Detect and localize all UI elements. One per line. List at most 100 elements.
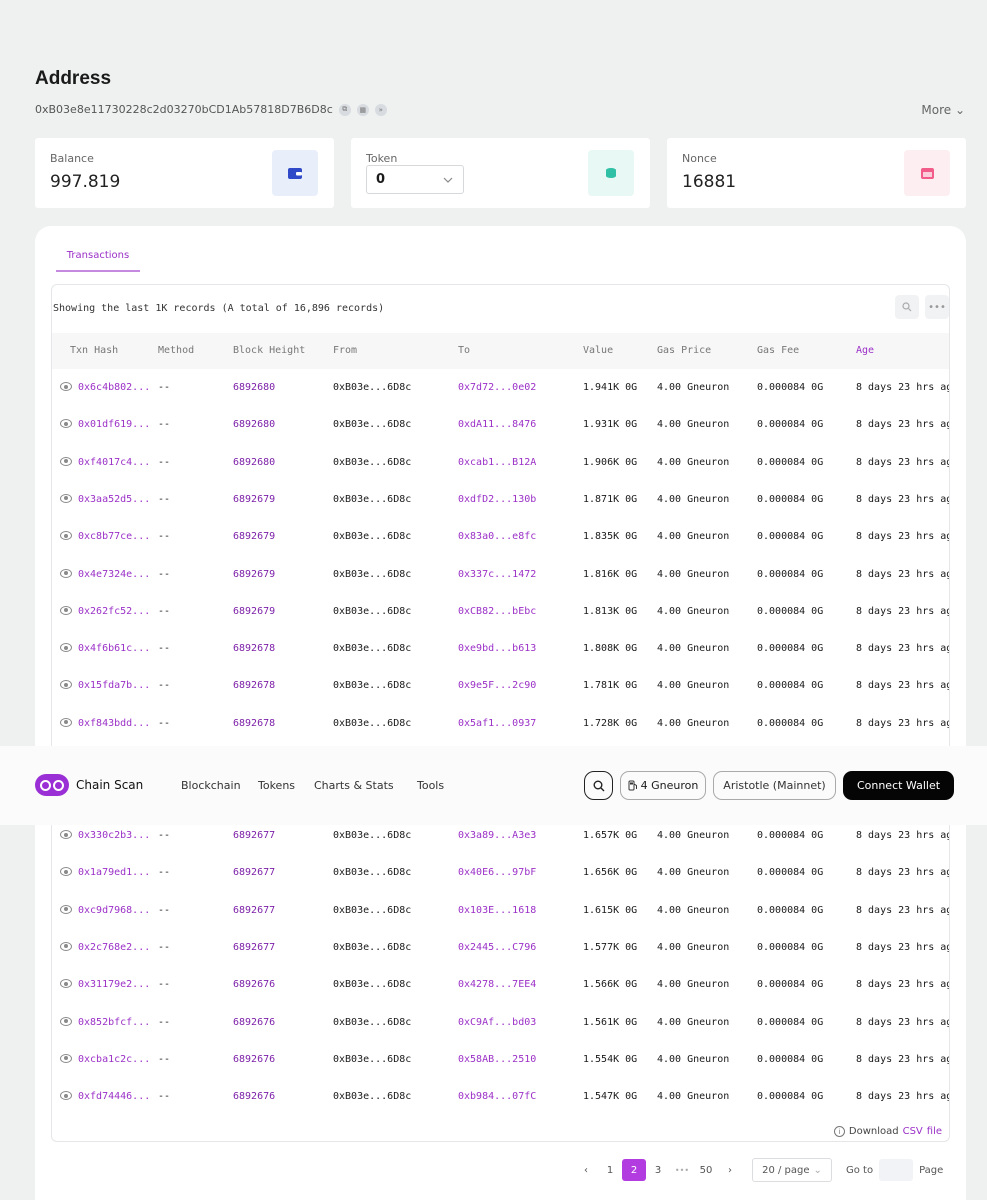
eye-icon[interactable] <box>60 830 72 839</box>
eye-icon[interactable] <box>60 568 72 578</box>
nav-tokens[interactable]: Tokens <box>258 779 295 792</box>
to-address-link[interactable]: 0x4278...7EE4 <box>458 979 536 990</box>
next-page-icon[interactable]: › <box>718 1159 742 1181</box>
block-link[interactable]: 6892678 <box>233 680 275 691</box>
eye-icon[interactable] <box>60 419 72 429</box>
txn-hash-link[interactable]: 0x1a79ed1... <box>78 867 150 878</box>
to-address-link[interactable]: 0x40E6...97bF <box>458 867 536 878</box>
block-link[interactable]: 6892678 <box>233 643 275 654</box>
eye-icon[interactable] <box>60 643 72 653</box>
tab-transactions[interactable]: Transactions <box>56 250 140 272</box>
txn-hash-link[interactable]: 0x4f6b61c... <box>78 643 150 654</box>
txn-hash-link[interactable]: 0x852bfcf... <box>78 1017 150 1028</box>
block-link[interactable]: 6892678 <box>233 718 275 729</box>
to-address-link[interactable]: 0x9e5F...2c90 <box>458 680 536 691</box>
block-link[interactable]: 6892677 <box>233 830 275 841</box>
eye-icon[interactable] <box>60 867 72 877</box>
block-link[interactable]: 6892677 <box>233 905 275 916</box>
to-address-link[interactable]: 0x337c...1472 <box>458 569 536 580</box>
more-options-icon[interactable]: ••• <box>925 295 949 319</box>
to-address-link[interactable]: 0xe9bd...b613 <box>458 643 536 654</box>
block-link[interactable]: 6892679 <box>233 606 275 617</box>
page-2-current[interactable]: 2 <box>622 1159 646 1181</box>
search-icon[interactable] <box>895 295 919 319</box>
to-address-link[interactable]: 0x2445...C796 <box>458 942 536 953</box>
block-link[interactable]: 6892679 <box>233 531 275 542</box>
txn-hash-link[interactable]: 0x262fc52... <box>78 606 150 617</box>
file-link[interactable]: file <box>927 1126 942 1137</box>
download-csv[interactable]: i Download CSV file <box>833 1126 942 1137</box>
to-address-link[interactable]: 0xC9Af...bd03 <box>458 1017 536 1028</box>
eye-icon[interactable] <box>60 456 72 466</box>
to-address-link[interactable]: 0xb984...07fC <box>458 1091 536 1102</box>
txn-hash-link[interactable]: 0x2c768e2... <box>78 942 150 953</box>
eye-icon[interactable] <box>60 531 72 541</box>
block-link[interactable]: 6892676 <box>233 979 275 990</box>
eye-icon[interactable] <box>60 493 72 503</box>
block-link[interactable]: 6892680 <box>233 382 275 393</box>
network-selector[interactable]: Aristotle (Mainnet) <box>713 771 836 800</box>
txn-hash-link[interactable]: 0x4e7324e... <box>78 569 150 580</box>
page-1[interactable]: 1 <box>598 1159 622 1181</box>
block-link[interactable]: 6892679 <box>233 569 275 580</box>
more-dropdown[interactable]: More ⌄ <box>921 103 965 117</box>
brand-name[interactable]: Chain Scan <box>76 778 143 792</box>
to-address-link[interactable]: 0x103E...1618 <box>458 905 536 916</box>
nav-charts-stats[interactable]: Charts & Stats <box>314 779 394 792</box>
to-address-link[interactable]: 0xdA11...8476 <box>458 419 536 430</box>
copy-icon[interactable]: ⧉ <box>338 103 351 116</box>
block-link[interactable]: 6892679 <box>233 494 275 505</box>
eye-icon[interactable] <box>60 382 72 391</box>
eye-icon[interactable] <box>60 1053 72 1063</box>
qr-code-icon[interactable]: ▦ <box>356 103 369 116</box>
txn-hash-link[interactable]: 0x15fda7b... <box>78 680 150 691</box>
block-link[interactable]: 6892676 <box>233 1091 275 1102</box>
eye-icon[interactable] <box>60 680 72 690</box>
txn-hash-link[interactable]: 0x330c2b3... <box>78 830 150 841</box>
txn-hash-link[interactable]: 0xf4017c4... <box>78 457 150 468</box>
eye-icon[interactable] <box>60 941 72 951</box>
pagination-ellipsis[interactable]: ••• <box>670 1159 694 1181</box>
to-address-link[interactable]: 0x5af1...0937 <box>458 718 536 729</box>
block-link[interactable]: 6892680 <box>233 419 275 430</box>
eye-icon[interactable] <box>60 717 72 727</box>
to-address-link[interactable]: 0x83a0...e8fc <box>458 531 536 542</box>
page-50[interactable]: 50 <box>694 1159 718 1181</box>
txn-hash-link[interactable]: 0xfd74446... <box>78 1091 150 1102</box>
logo-icon[interactable] <box>35 774 69 796</box>
to-address-link[interactable]: 0x7d72...0e02 <box>458 382 536 393</box>
eye-icon[interactable] <box>60 1016 72 1026</box>
token-select[interactable]: 0 <box>366 165 464 194</box>
txn-hash-link[interactable]: 0xf843bdd... <box>78 718 150 729</box>
block-link[interactable]: 6892676 <box>233 1017 275 1028</box>
goto-page-input[interactable] <box>879 1159 914 1181</box>
to-address-link[interactable]: 0xCB82...bEbc <box>458 606 536 617</box>
eye-icon[interactable] <box>60 979 72 989</box>
nav-tools[interactable]: Tools <box>417 779 444 792</box>
txn-hash-link[interactable]: 0x01df619... <box>78 419 150 430</box>
to-address-link[interactable]: 0x3a89...A3e3 <box>458 830 536 841</box>
block-link[interactable]: 6892677 <box>233 867 275 878</box>
csv-link[interactable]: CSV <box>903 1126 923 1137</box>
prev-page-icon[interactable]: ‹ <box>574 1159 598 1181</box>
share-icon[interactable]: » <box>374 103 387 116</box>
to-address-link[interactable]: 0x58AB...2510 <box>458 1054 536 1065</box>
block-link[interactable]: 6892677 <box>233 942 275 953</box>
txn-hash-link[interactable]: 0x3aa52d5... <box>78 494 150 505</box>
txn-hash-link[interactable]: 0x6c4b802... <box>78 382 150 393</box>
col-age[interactable]: Age <box>856 345 874 356</box>
txn-hash-link[interactable]: 0xc9d7968... <box>78 905 150 916</box>
gas-price-pill[interactable]: 4 Gneuron <box>620 771 706 800</box>
eye-icon[interactable] <box>60 1091 72 1101</box>
eye-icon[interactable] <box>60 904 72 914</box>
search-button[interactable] <box>584 771 613 800</box>
nav-blockchain[interactable]: Blockchain <box>181 779 241 792</box>
to-address-link[interactable]: 0xcab1...B12A <box>458 457 536 468</box>
block-link[interactable]: 6892680 <box>233 457 275 468</box>
txn-hash-link[interactable]: 0xcba1c2c... <box>78 1054 150 1065</box>
page-3[interactable]: 3 <box>646 1159 670 1181</box>
eye-icon[interactable] <box>60 605 72 615</box>
txn-hash-link[interactable]: 0x31179e2... <box>78 979 150 990</box>
block-link[interactable]: 6892676 <box>233 1054 275 1065</box>
to-address-link[interactable]: 0xdfD2...130b <box>458 494 536 505</box>
